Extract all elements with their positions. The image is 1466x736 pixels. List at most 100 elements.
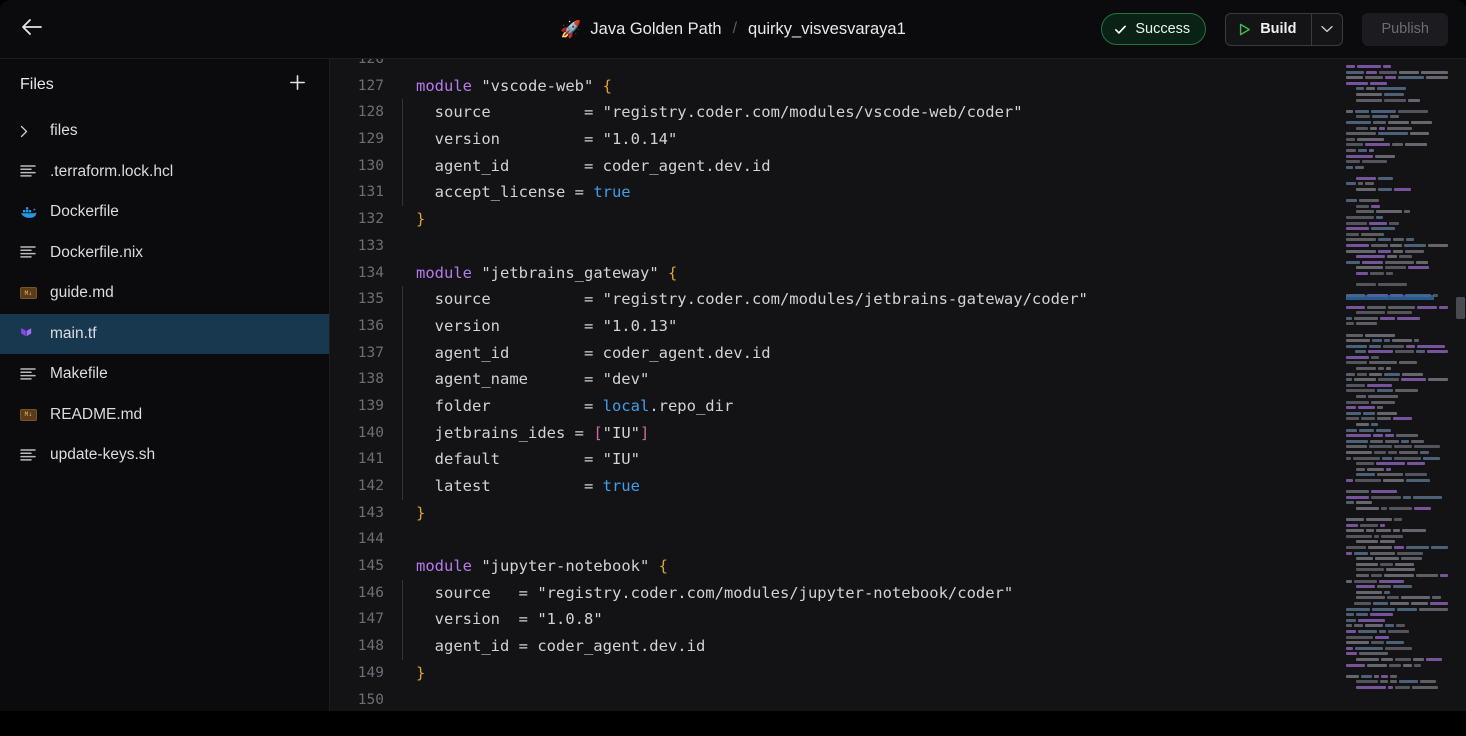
code-line-source: agent_name = "dev" (398, 366, 649, 393)
file-list-item-guide-md[interactable]: M↓guide.md (0, 273, 329, 314)
code-line-source: version = "1.0.8" (398, 606, 603, 633)
line-number: 150 (330, 687, 398, 712)
minimap-line (1346, 440, 1448, 444)
code-line-source: agent_id = coder_agent.dev.id (398, 340, 771, 367)
file-list-item-main-tf[interactable]: main.tf (0, 314, 329, 355)
code-token-br: } (416, 664, 425, 682)
code-line[interactable]: 145module "jupyter-notebook" { (330, 553, 1340, 580)
code-editor[interactable]: 126127module "vscode-web" {128 source = … (330, 59, 1466, 711)
breadcrumb-template-name[interactable]: Java Golden Path (590, 20, 721, 39)
minimap-line (1346, 568, 1448, 572)
minimap-line (1346, 445, 1448, 449)
code-line[interactable]: 149} (330, 660, 1340, 687)
file-list-item-update-keys-sh[interactable]: update-keys.sh (0, 435, 329, 476)
files-sidebar-header: Files (0, 59, 329, 111)
minimap-line (1346, 65, 1448, 69)
rocket-icon: 🚀 (560, 21, 581, 38)
minimap-line (1346, 138, 1448, 142)
publish-button-label: Publish (1381, 21, 1429, 37)
file-list-item-readme-md[interactable]: M↓README.md (0, 395, 329, 436)
build-button[interactable]: Build (1226, 14, 1311, 45)
code-token-id: version = (416, 610, 537, 628)
minimap-line (1346, 529, 1448, 533)
code-token-s: "1.0.14" (603, 130, 678, 148)
code-token-s: "registry.coder.com/modules/vscode-web/c… (603, 103, 1023, 121)
minimap-line (1346, 658, 1448, 662)
code-line[interactable]: 127module "vscode-web" { (330, 73, 1340, 100)
code-line[interactable]: 132} (330, 206, 1340, 233)
code-line[interactable]: 133 (330, 233, 1340, 260)
docker-icon (20, 205, 50, 219)
code-line[interactable]: 150 (330, 687, 1340, 712)
file-list-item-makefile[interactable]: Makefile (0, 354, 329, 395)
line-number: 131 (330, 179, 398, 206)
code-line[interactable]: 148 agent_id = coder_agent.dev.id (330, 633, 1340, 660)
code-token-s: "dev" (603, 370, 650, 388)
build-dropdown-button[interactable] (1311, 14, 1342, 45)
code-token-op (472, 77, 481, 95)
code-line[interactable]: 140 jetbrains_ides = ["IU"] (330, 420, 1340, 447)
code-token-br: } (416, 210, 425, 228)
code-token-b: local (603, 397, 650, 415)
code-token-br: { (603, 77, 612, 95)
code-line[interactable]: 137 agent_id = coder_agent.dev.id (330, 340, 1340, 367)
status-badge[interactable]: Success (1101, 13, 1206, 45)
code-line-source: agent_id = coder_agent.dev.id (398, 633, 705, 660)
minimap-line (1346, 93, 1448, 97)
chevron-right-icon[interactable] (20, 125, 50, 138)
minimap-line (1346, 423, 1448, 427)
code-line[interactable]: 144 (330, 526, 1340, 553)
code-line[interactable]: 138 agent_name = "dev" (330, 366, 1340, 393)
code-line[interactable]: 146 source = "registry.coder.com/modules… (330, 580, 1340, 607)
code-line[interactable]: 126 (330, 59, 1340, 73)
code-scroll-area[interactable]: 126127module "vscode-web" {128 source = … (330, 59, 1340, 711)
code-line[interactable]: 135 source = "registry.coder.com/modules… (330, 286, 1340, 313)
minimap-line (1346, 540, 1448, 544)
code-line[interactable]: 136 version = "1.0.13" (330, 313, 1340, 340)
code-minimap[interactable] (1340, 59, 1466, 711)
minimap-line (1346, 384, 1448, 388)
add-file-button[interactable] (283, 71, 311, 99)
code-line[interactable]: 130 agent_id = coder_agent.dev.id (330, 153, 1340, 180)
file-list-item-dockerfile-nix[interactable]: Dockerfile.nix (0, 233, 329, 274)
code-token-br: { (668, 264, 677, 282)
file-list-item-files[interactable]: files (0, 111, 329, 152)
minimap-line (1346, 686, 1448, 690)
terraform-icon (20, 326, 50, 341)
file-list-item--terraform-lock-hcl[interactable]: .terraform.lock.hcl (0, 152, 329, 193)
code-line[interactable]: 147 version = "1.0.8" (330, 606, 1340, 633)
minimap-line (1346, 546, 1448, 550)
minimap-line (1346, 574, 1448, 578)
code-token-bk: ] (640, 424, 649, 442)
line-number: 136 (330, 313, 398, 340)
status-badge-label: Success (1135, 21, 1190, 37)
breadcrumb-workspace-name[interactable]: quirky_visvesvaraya1 (748, 20, 906, 39)
back-button[interactable] (10, 7, 54, 51)
minimap-line (1346, 591, 1448, 595)
code-token-id: source = (416, 290, 603, 308)
code-line[interactable]: 134module "jetbrains_gateway" { (330, 260, 1340, 287)
file-list-item-label: .terraform.lock.hcl (50, 163, 173, 181)
code-line[interactable]: 131 accept_license = true (330, 179, 1340, 206)
code-token-s: "IU" (603, 450, 640, 468)
code-line[interactable]: 129 version = "1.0.14" (330, 126, 1340, 153)
code-line[interactable]: 142 latest = true (330, 473, 1340, 500)
line-number: 147 (330, 606, 398, 633)
file-list-item-label: files (50, 122, 78, 140)
header-actions: Success Build (1101, 13, 1448, 46)
code-token-id: source = (416, 584, 537, 602)
code-line-source: } (398, 660, 425, 687)
app-header: 🚀 Java Golden Path / quirky_visvesvaraya… (0, 0, 1466, 59)
markdown-badge: M↓ (20, 409, 37, 421)
code-line[interactable]: 141 default = "IU" (330, 446, 1340, 473)
code-line[interactable]: 128 source = "registry.coder.com/modules… (330, 99, 1340, 126)
file-list-item-dockerfile[interactable]: Dockerfile (0, 192, 329, 233)
code-token-id: .repo_dir (649, 397, 733, 415)
minimap-line (1346, 680, 1448, 684)
code-line[interactable]: 139 folder = local.repo_dir (330, 393, 1340, 420)
code-line[interactable]: 143} (330, 500, 1340, 527)
code-token-id: jetbrains_ides = (416, 424, 593, 442)
minimap-scrollbar-thumb[interactable] (1456, 297, 1465, 319)
check-icon (1114, 23, 1127, 36)
publish-button[interactable]: Publish (1362, 13, 1448, 46)
